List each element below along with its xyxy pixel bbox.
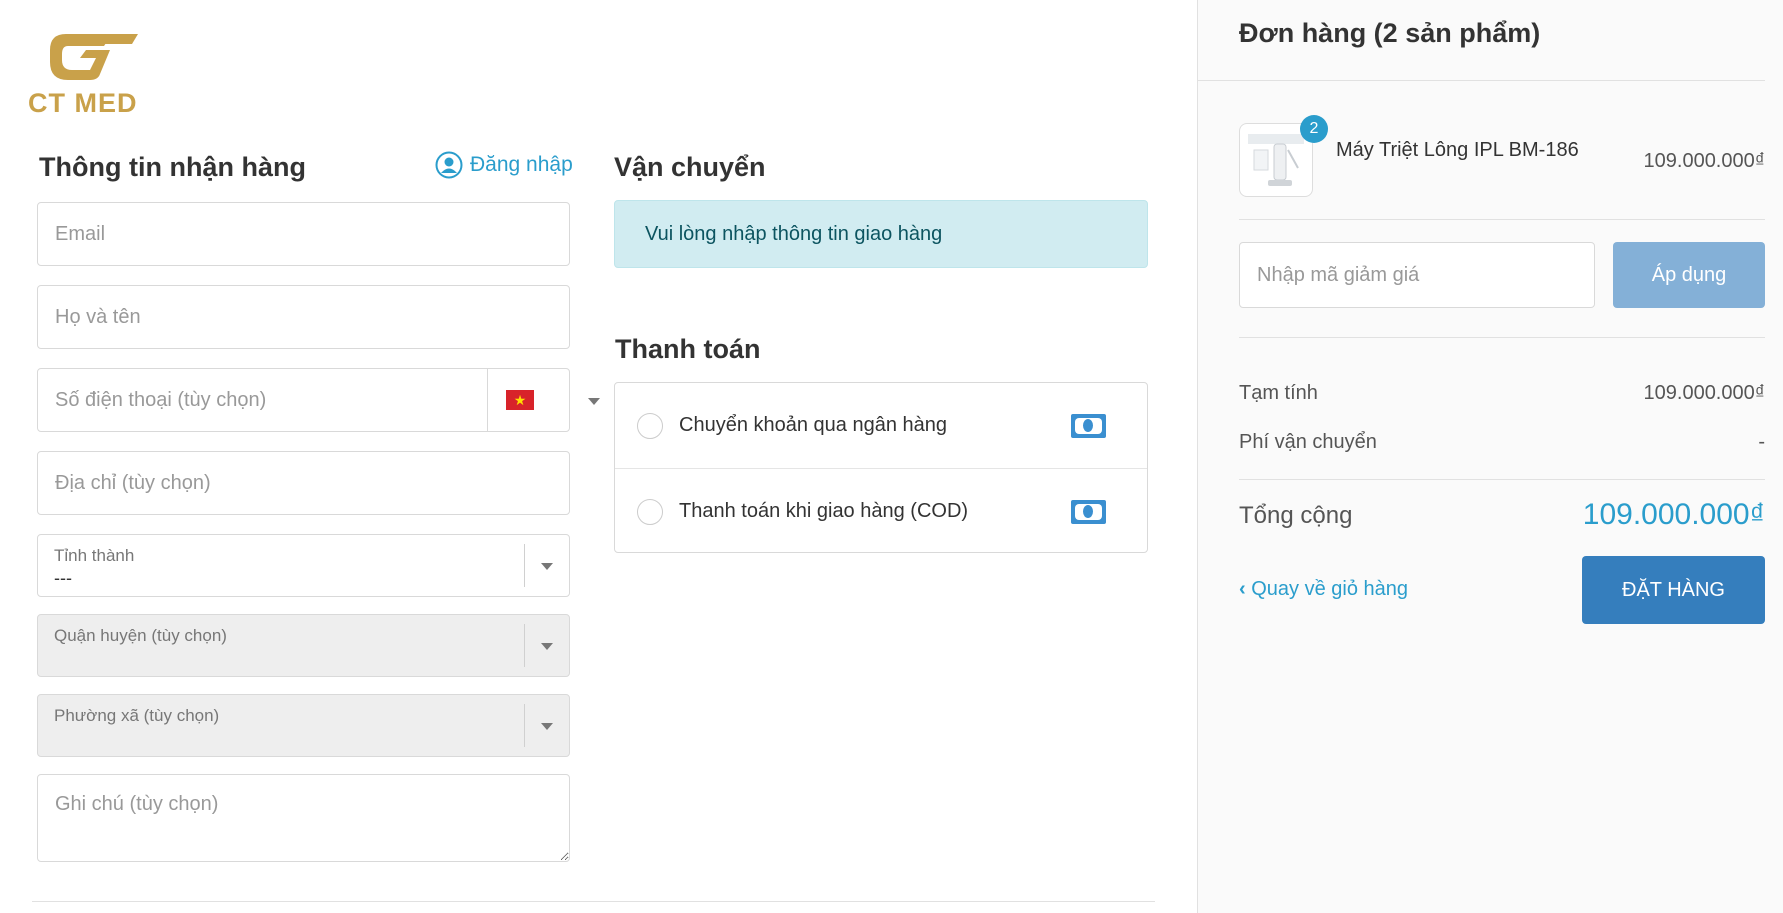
fullname-field[interactable]: [37, 285, 570, 349]
phone-field[interactable]: ★: [37, 368, 600, 432]
delivery-info-alert: Vui lòng nhập thông tin giao hàng: [614, 200, 1148, 268]
select-divider: [524, 624, 525, 667]
place-order-button[interactable]: ĐẶT HÀNG: [1582, 556, 1765, 624]
province-label: Tỉnh thành: [54, 546, 135, 565]
chevron-down-icon[interactable]: [541, 642, 553, 650]
province-select[interactable]: Tỉnh thành ---: [37, 534, 570, 597]
phone-input[interactable]: [38, 369, 487, 431]
select-divider: [524, 704, 525, 747]
product-name: Máy Triệt Lông IPL BM-186: [1336, 139, 1579, 161]
phone-divider: [487, 369, 488, 431]
divider: [32, 901, 1155, 902]
back-to-cart-link[interactable]: ‹ Quay về giỏ hàng: [1239, 578, 1408, 601]
login-link[interactable]: Đăng nhập: [435, 151, 573, 179]
delivery-message: Vui lòng nhập thông tin giao hàng: [645, 222, 943, 245]
cash-icon: [1071, 499, 1106, 524]
delivery-title: Vận chuyển: [614, 152, 766, 182]
brand-name: CT MED: [28, 88, 138, 118]
product-price: 109.000.000₫: [1643, 150, 1765, 172]
apply-discount-button[interactable]: Áp dụng: [1613, 242, 1765, 308]
user-circle-icon: [435, 151, 463, 179]
logo-mark-icon: [50, 34, 138, 80]
shipping-fee-value: -: [1758, 431, 1765, 453]
discount-field[interactable]: [1239, 242, 1595, 308]
divider: [1239, 479, 1765, 480]
payment-option-cod[interactable]: Thanh toán khi giao hàng (COD): [615, 468, 1147, 554]
back-to-cart-label: Quay về giỏ hàng: [1251, 578, 1409, 600]
shipping-fee-label: Phí vận chuyển: [1239, 431, 1377, 453]
brand-logo[interactable]: CT MED: [28, 28, 148, 118]
divider: [1197, 80, 1765, 81]
payment-option-bank-transfer[interactable]: Chuyển khoản qua ngân hàng: [615, 383, 1147, 468]
order-title: Đơn hàng (2 sản phẩm): [1239, 18, 1541, 48]
province-value: ---: [54, 568, 72, 588]
chevron-left-icon: ‹: [1239, 578, 1246, 600]
shipping-info-title: Thông tin nhận hàng: [39, 152, 306, 182]
quantity-badge: 2: [1300, 115, 1328, 143]
payment-option-label: Thanh toán khi giao hàng (COD): [679, 500, 969, 522]
district-label: Quận huyện (tùy chọn): [54, 626, 227, 645]
email-input[interactable]: [38, 203, 569, 265]
cash-icon: [1071, 413, 1106, 438]
discount-input[interactable]: [1240, 243, 1594, 307]
chevron-down-icon[interactable]: [541, 562, 553, 570]
payment-option-label: Chuyển khoản qua ngân hàng: [679, 414, 948, 436]
vietnam-flag-icon[interactable]: ★: [506, 390, 534, 410]
radio-button[interactable]: [637, 412, 663, 439]
note-textarea[interactable]: [38, 775, 569, 861]
chevron-down-icon[interactable]: [541, 722, 553, 730]
address-field[interactable]: [37, 451, 570, 515]
payment-title: Thanh toán: [615, 334, 761, 364]
subtotal-label: Tạm tính: [1239, 382, 1318, 404]
divider: [1239, 337, 1765, 338]
total-label: Tổng cộng: [1239, 502, 1353, 529]
address-input[interactable]: [38, 452, 569, 514]
ward-select[interactable]: Phường xã (tùy chọn): [37, 694, 570, 757]
district-select[interactable]: Quận huyện (tùy chọn): [37, 614, 570, 677]
subtotal-value: 109.000.000₫: [1643, 382, 1765, 404]
fullname-input[interactable]: [38, 286, 569, 348]
select-divider: [524, 544, 525, 587]
note-field[interactable]: [37, 774, 570, 862]
divider: [1239, 219, 1765, 220]
total-value: 109.000.000₫: [1582, 498, 1765, 531]
payment-methods: Chuyển khoản qua ngân hàng Thanh toán kh…: [614, 382, 1148, 553]
radio-button[interactable]: [637, 498, 663, 525]
email-field[interactable]: [37, 202, 570, 266]
chevron-down-icon[interactable]: [588, 398, 600, 405]
login-label: Đăng nhập: [470, 153, 573, 176]
ward-label: Phường xã (tùy chọn): [54, 706, 220, 725]
